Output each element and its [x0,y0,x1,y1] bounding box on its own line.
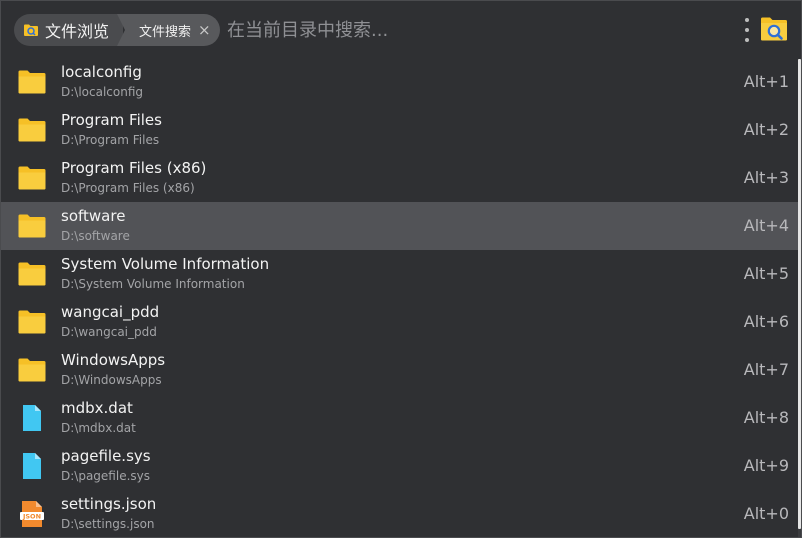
item-hotkey: Alt+9 [743,456,789,475]
folder-icon [17,357,47,383]
item-path: D:\pagefile.sys [61,469,150,483]
more-options-icon[interactable] [742,18,752,42]
breadcrumb-file-browse-label: 文件浏览 [45,22,110,41]
item-name: software [61,207,126,225]
folder-icon [17,309,47,335]
item-name: WindowsApps [61,351,166,369]
item-name: localconfig [61,63,142,81]
breadcrumb: 文件浏览 文件搜索 × [14,14,220,46]
item-path: D:\software [61,229,130,243]
item-name: wangcai_pdd [61,303,160,321]
search-input[interactable] [227,15,707,45]
item-path: D:\settings.json [61,517,155,531]
list-item[interactable]: JSON settings.json D:\settings.json Alt+… [1,490,801,537]
file-icon [17,405,47,431]
item-hotkey: Alt+5 [743,264,789,283]
item-path: D:\Program Files [61,133,160,147]
list-item[interactable]: Program Files (x86) D:\Program Files (x8… [1,154,801,202]
close-icon[interactable]: × [198,22,211,38]
svg-text:JSON: JSON [22,513,41,521]
list-item[interactable]: Program Files D:\Program Files Alt+2 [1,106,801,154]
file-browser-window: 文件浏览 文件搜索 × localconfig D:\localconfig A… [0,0,802,538]
folder-icon [17,261,47,287]
item-hotkey: Alt+6 [743,312,789,331]
item-name: pagefile.sys [61,447,151,465]
list-item[interactable]: wangcai_pdd D:\wangcai_pdd Alt+6 [1,298,801,346]
item-name: settings.json [61,495,157,513]
item-path: D:\Program Files (x86) [61,181,195,195]
item-hotkey: Alt+1 [743,72,789,91]
list-item[interactable]: WindowsApps D:\WindowsApps Alt+7 [1,346,801,394]
item-hotkey: Alt+8 [743,408,789,427]
folder-search-small-icon [24,24,38,36]
item-path: D:\wangcai_pdd [61,325,157,339]
item-hotkey: Alt+2 [743,120,789,139]
list-item[interactable]: localconfig D:\localconfig Alt+1 [1,58,801,106]
list-item[interactable]: mdbx.dat D:\mdbx.dat Alt+8 [1,394,801,442]
list-item[interactable]: pagefile.sys D:\pagefile.sys Alt+9 [1,442,801,490]
json-file-icon: JSON [17,501,47,527]
folder-icon [17,117,47,143]
item-path: D:\System Volume Information [61,277,245,291]
breadcrumb-file-search[interactable]: 文件搜索 × [117,14,220,46]
item-name: Program Files [61,111,162,129]
breadcrumb-file-search-label: 文件搜索 [139,24,192,40]
folder-icon [17,213,47,239]
item-name: Program Files (x86) [61,159,207,177]
list-item[interactable]: System Volume Information D:\System Volu… [1,250,801,298]
item-hotkey: Alt+0 [743,504,789,523]
folder-search-icon[interactable] [759,15,789,43]
item-path: D:\WindowsApps [61,373,162,387]
item-path: D:\mdbx.dat [61,421,136,435]
item-hotkey: Alt+4 [743,216,789,235]
item-hotkey: Alt+3 [743,168,789,187]
breadcrumb-file-browse[interactable]: 文件浏览 [14,14,124,46]
folder-icon [17,165,47,191]
item-name: mdbx.dat [61,399,133,417]
list-item[interactable]: software D:\software Alt+4 [1,202,801,250]
item-hotkey: Alt+7 [743,360,789,379]
file-icon [17,453,47,479]
item-name: System Volume Information [61,255,270,273]
folder-icon [17,69,47,95]
item-path: D:\localconfig [61,85,144,99]
top-bar: 文件浏览 文件搜索 × [1,1,801,59]
results-list: localconfig D:\localconfig Alt+1 Program… [1,58,801,537]
scrollbar-thumb[interactable] [798,59,801,529]
